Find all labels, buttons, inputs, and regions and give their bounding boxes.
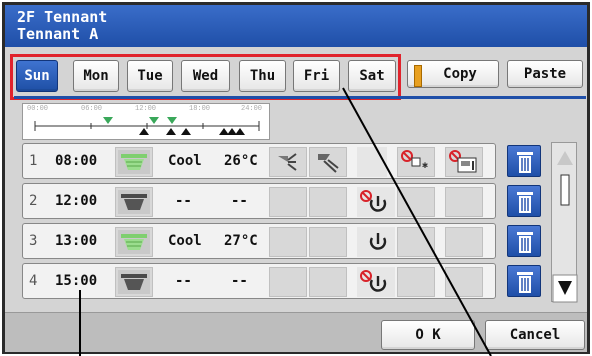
callout-line-fri [342,87,492,356]
